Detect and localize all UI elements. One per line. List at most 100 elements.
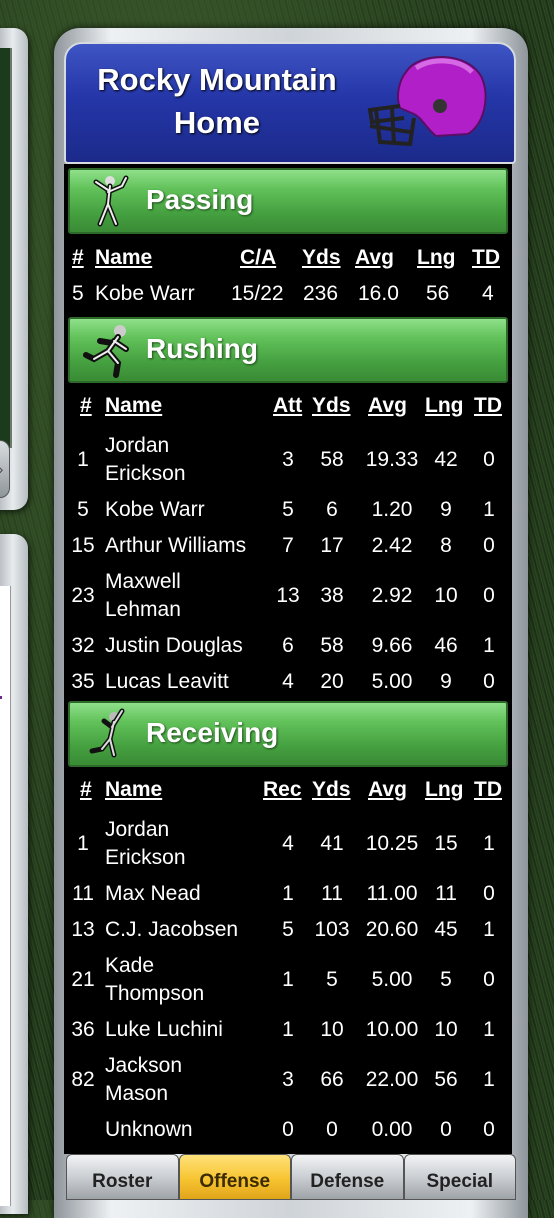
player-name-line2: Erickson: [105, 462, 186, 485]
player-name-line1: Maxwell: [105, 570, 181, 593]
panel-toggle-button[interactable]: ›: [0, 440, 10, 498]
player-name-line1: Max Nead: [105, 882, 201, 905]
col-lng[interactable]: Lng: [425, 778, 463, 802]
player-num: 1: [77, 832, 89, 855]
col-name[interactable]: Name: [105, 394, 162, 418]
player-name-line1: Arthur Williams: [105, 534, 247, 557]
stat-td: 1: [483, 498, 495, 521]
stat-avg: 9.66: [371, 634, 413, 657]
stat-att: 5: [282, 498, 294, 521]
table-row[interactable]: 1 Jordan Erickson 3 58 19.33 42 0: [68, 428, 508, 492]
stat-lng: 5: [440, 968, 452, 991]
receiver-icon: [89, 708, 125, 758]
player-name: C.J. Jacobsen: [105, 912, 238, 948]
player-name: Unknown: [105, 1112, 193, 1148]
tab-special[interactable]: Special: [403, 1154, 516, 1200]
table-row[interactable]: 13 C.J. Jacobsen 5 103 20.60 45 1: [68, 912, 508, 948]
col-avg[interactable]: Avg: [368, 778, 407, 802]
tab-defense[interactable]: Defense: [291, 1154, 404, 1200]
rushing-section-header: Rushing: [68, 317, 508, 383]
table-row[interactable]: Unknown 0 0 0.00 0 0: [68, 1112, 508, 1148]
stat-avg: 20.60: [365, 918, 419, 941]
stat-lng: 42: [434, 448, 458, 471]
col-td[interactable]: TD: [474, 394, 502, 418]
stat-yds: 17: [320, 534, 344, 557]
stat-lng: 8: [440, 534, 452, 557]
col-rec[interactable]: Rec: [263, 778, 302, 802]
col-ca[interactable]: C/A: [240, 246, 276, 270]
table-row[interactable]: 21 Kade Thompson 1 5 5.00 5 0: [68, 948, 508, 1012]
stat-rec: 0: [282, 1118, 294, 1141]
table-row[interactable]: 5 Kobe Warr 15/22 236 16.0 56 4: [68, 280, 508, 308]
stat-att: 3: [282, 448, 294, 471]
stat-lng: 10: [434, 584, 458, 607]
stat-avg: 5.00: [371, 670, 413, 693]
stat-td: 0: [483, 670, 495, 693]
stat-avg: 5.00: [371, 968, 413, 991]
player-name-line2: Erickson: [105, 846, 186, 869]
player-name-line2: Mason: [105, 1082, 169, 1105]
table-row[interactable]: 11 Max Nead 1 11 11.00 11 0: [68, 876, 508, 912]
table-row[interactable]: 32 Justin Douglas 6 58 9.66 46 1: [68, 628, 508, 664]
col-name[interactable]: Name: [105, 778, 162, 802]
col-yds[interactable]: Yds: [312, 778, 351, 802]
player-num: 1: [77, 448, 89, 471]
stat-rec: 1: [282, 882, 294, 905]
player-name: Kade Thompson: [105, 948, 204, 1012]
passer-icon: [93, 175, 129, 227]
stat-att: 13: [276, 584, 300, 607]
receiving-title: Receiving: [146, 717, 279, 748]
stat-avg: 2.42: [371, 534, 413, 557]
stat-yds: 41: [320, 832, 344, 855]
stat-td: 1: [483, 634, 495, 657]
table-row[interactable]: 15 Arthur Williams 7 17 2.42 8 0: [68, 528, 508, 564]
stat-td: 0: [483, 882, 495, 905]
player-num: 82: [71, 1068, 95, 1091]
player-num: 5: [77, 498, 89, 521]
col-name[interactable]: Name: [95, 246, 152, 270]
table-row[interactable]: 5 Kobe Warr 5 6 1.20 9 1: [68, 492, 508, 528]
col-td[interactable]: TD: [474, 778, 502, 802]
col-lng[interactable]: Lng: [425, 394, 463, 418]
stat-lng: 10: [434, 1018, 458, 1041]
stat-lng: 56: [426, 282, 450, 305]
table-row[interactable]: 1 Jordan Erickson 4 41 10.25 15 1: [68, 812, 508, 876]
col-num[interactable]: #: [72, 246, 84, 270]
table-row[interactable]: 35 Lucas Leavitt 4 20 5.00 9 0: [68, 664, 508, 700]
col-yds[interactable]: Yds: [312, 394, 351, 418]
stat-avg: 16.0: [358, 282, 399, 305]
stat-lng: 11: [435, 882, 457, 905]
col-num[interactable]: #: [80, 778, 92, 802]
col-lng[interactable]: Lng: [417, 246, 455, 270]
field-preview: [0, 48, 12, 448]
tab-roster[interactable]: Roster: [66, 1154, 179, 1200]
receiving-section-header: Receiving: [68, 701, 508, 767]
player-num: 5: [72, 282, 84, 305]
rusher-icon: [83, 325, 129, 378]
col-avg[interactable]: Avg: [368, 394, 407, 418]
chart-mark: [0, 696, 2, 699]
table-row[interactable]: 82 Jackson Mason 3 66 22.00 56 1: [68, 1048, 508, 1112]
col-yds[interactable]: Yds: [302, 246, 341, 270]
stat-yds: 11: [321, 882, 343, 905]
stat-yds: 103: [314, 918, 350, 941]
col-avg[interactable]: Avg: [355, 246, 394, 270]
player-num: 36: [71, 1018, 95, 1041]
stat-td: 1: [483, 1018, 495, 1041]
col-att[interactable]: Att: [273, 394, 302, 418]
stat-avg: 10.25: [365, 832, 419, 855]
col-td[interactable]: TD: [472, 246, 500, 270]
stat-td: 0: [483, 584, 495, 607]
player-name: Arthur Williams: [105, 528, 246, 564]
tab-offense[interactable]: Offense: [178, 1154, 291, 1200]
passing-title: Passing: [146, 184, 254, 215]
stat-rec: 1: [282, 1018, 294, 1041]
player-name: Justin Douglas: [105, 628, 243, 664]
table-row[interactable]: 36 Luke Luchini 1 10 10.00 10 1: [68, 1012, 508, 1048]
receiving-header-row: # Name Rec Yds Avg Lng TD: [68, 778, 508, 804]
table-row[interactable]: 23 Maxwell Lehman 13 38 2.92 10 0: [68, 564, 508, 628]
team-name-line1: Rocky Mountain: [97, 62, 337, 97]
stat-lng: 9: [440, 670, 452, 693]
stat-yds: 236: [303, 282, 339, 305]
col-num[interactable]: #: [80, 394, 92, 418]
